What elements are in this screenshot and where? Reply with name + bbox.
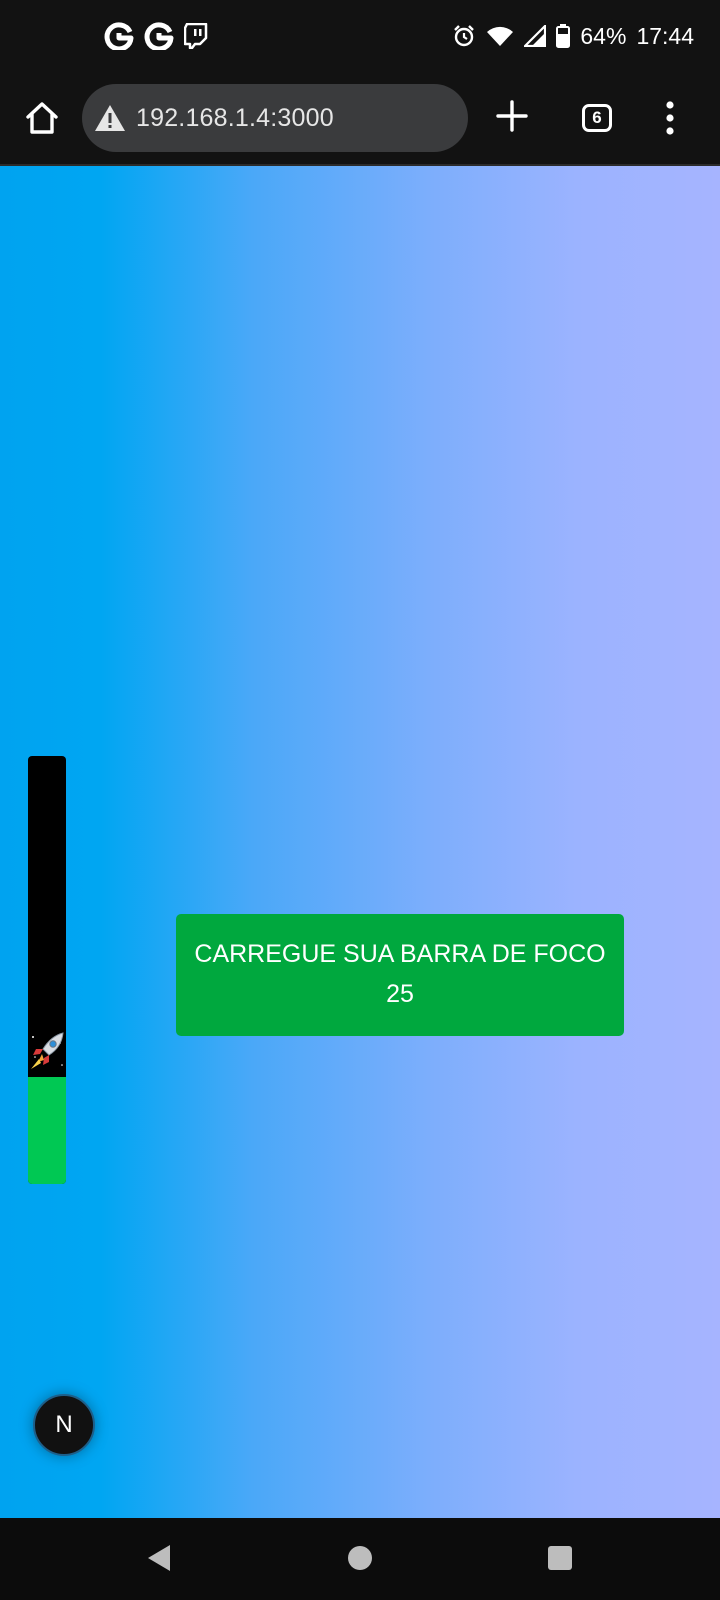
nextjs-indicator-button[interactable]: N (33, 1394, 95, 1456)
address-bar[interactable]: 192.168.1.4:3000 (82, 84, 468, 152)
home-circle-icon[interactable] (348, 1546, 372, 1570)
charge-title: CARREGUE SUA BARRA DE FOCO (194, 940, 606, 968)
url-text[interactable]: 192.168.1.4:3000 (136, 104, 334, 133)
twitch-icon (184, 23, 208, 49)
charge-count: 25 (386, 980, 414, 1008)
tab-count: 6 (592, 108, 602, 127)
tab-switcher-button[interactable]: 6 (582, 104, 612, 132)
signal-icon (524, 25, 547, 47)
page-content: CARREGUE SUA BARRA DE FOCO 25 N (0, 166, 720, 1518)
status-left-icons (104, 20, 208, 52)
back-icon[interactable] (146, 1543, 172, 1573)
battery-percent: 64% (580, 22, 627, 49)
g-letter-icon (104, 22, 134, 50)
battery-icon (556, 24, 571, 48)
clock: 17:44 (636, 22, 694, 49)
system-nav-bar (0, 1518, 720, 1600)
focus-progress-bar (28, 756, 66, 1184)
focus-progress-fill (28, 1077, 66, 1184)
wifi-icon (487, 26, 514, 46)
status-bar: 64% 17:44 (0, 0, 720, 72)
charge-focus-card[interactable]: CARREGUE SUA BARRA DE FOCO 25 (176, 914, 624, 1036)
browser-toolbar: 192.168.1.4:3000 6 (0, 72, 720, 166)
badge-label: N (55, 1411, 73, 1438)
plus-icon[interactable] (494, 98, 530, 134)
more-vert-icon[interactable] (664, 100, 676, 136)
g-letter-icon (144, 22, 174, 50)
rocket-icon (31, 1032, 64, 1069)
alarm-icon (454, 25, 475, 47)
home-icon[interactable] (22, 98, 62, 138)
status-right-icons: 64% 17:44 (452, 20, 694, 52)
warning-icon[interactable] (94, 104, 126, 132)
recents-icon[interactable] (548, 1546, 572, 1570)
